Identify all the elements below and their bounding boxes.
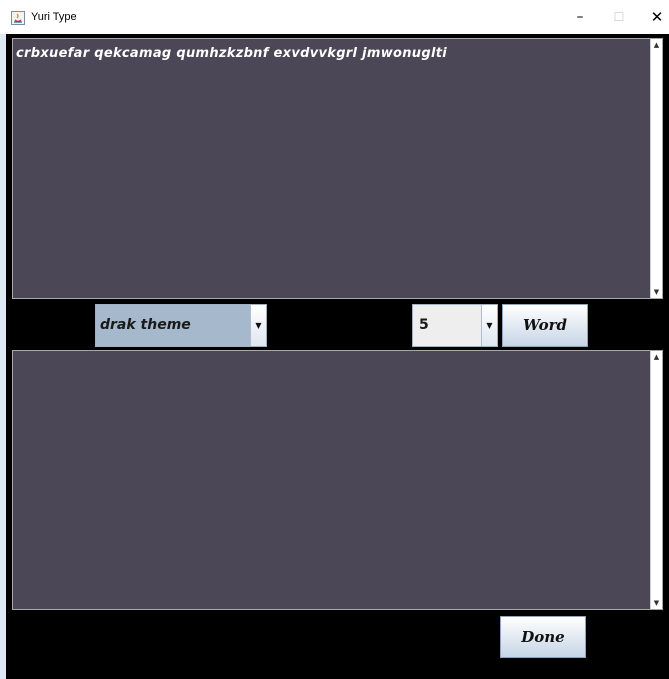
java-app-icon xyxy=(11,11,25,25)
maximize-button[interactable]: ☐ xyxy=(600,4,638,30)
prompt-text-area[interactable]: crbxuefar qekcamag qumhzkzbnf exvdvvkgrl… xyxy=(12,38,663,299)
window-title: Yuri Type xyxy=(31,11,77,23)
minimize-button[interactable]: – xyxy=(561,4,599,30)
chevron-down-icon[interactable]: ▼ xyxy=(481,305,497,346)
word-button[interactable]: Word xyxy=(502,304,588,347)
scroll-down-arrow-icon[interactable]: ▼ xyxy=(651,286,662,298)
prompt-text: crbxuefar qekcamag qumhzkzbnf exvdvvkgrl… xyxy=(16,46,447,61)
title-bar: Yuri Type – ☐ ✕ xyxy=(0,0,669,35)
input-scrollbar[interactable]: ▲ ▼ xyxy=(650,351,662,609)
theme-select[interactable]: drak theme ▼ xyxy=(95,304,267,347)
theme-select-value: drak theme xyxy=(100,317,191,333)
scroll-down-arrow-icon[interactable]: ▼ xyxy=(651,597,662,609)
close-button[interactable]: ✕ xyxy=(638,4,669,30)
scroll-up-arrow-icon[interactable]: ▲ xyxy=(651,39,662,51)
main-panel: crbxuefar qekcamag qumhzkzbnf exvdvvkgrl… xyxy=(6,34,669,679)
chevron-down-icon[interactable]: ▼ xyxy=(250,305,266,346)
typing-input-area[interactable]: ▲ ▼ xyxy=(12,350,663,610)
done-button[interactable]: Done xyxy=(500,616,586,658)
prompt-scrollbar[interactable]: ▲ ▼ xyxy=(650,39,662,298)
word-count-select[interactable]: 5 ▼ xyxy=(412,304,498,347)
word-count-value: 5 xyxy=(419,317,429,333)
scroll-up-arrow-icon[interactable]: ▲ xyxy=(651,351,662,363)
app-window: Yuri Type – ☐ ✕ crbxuefar qekcamag qumhz… xyxy=(0,0,669,679)
